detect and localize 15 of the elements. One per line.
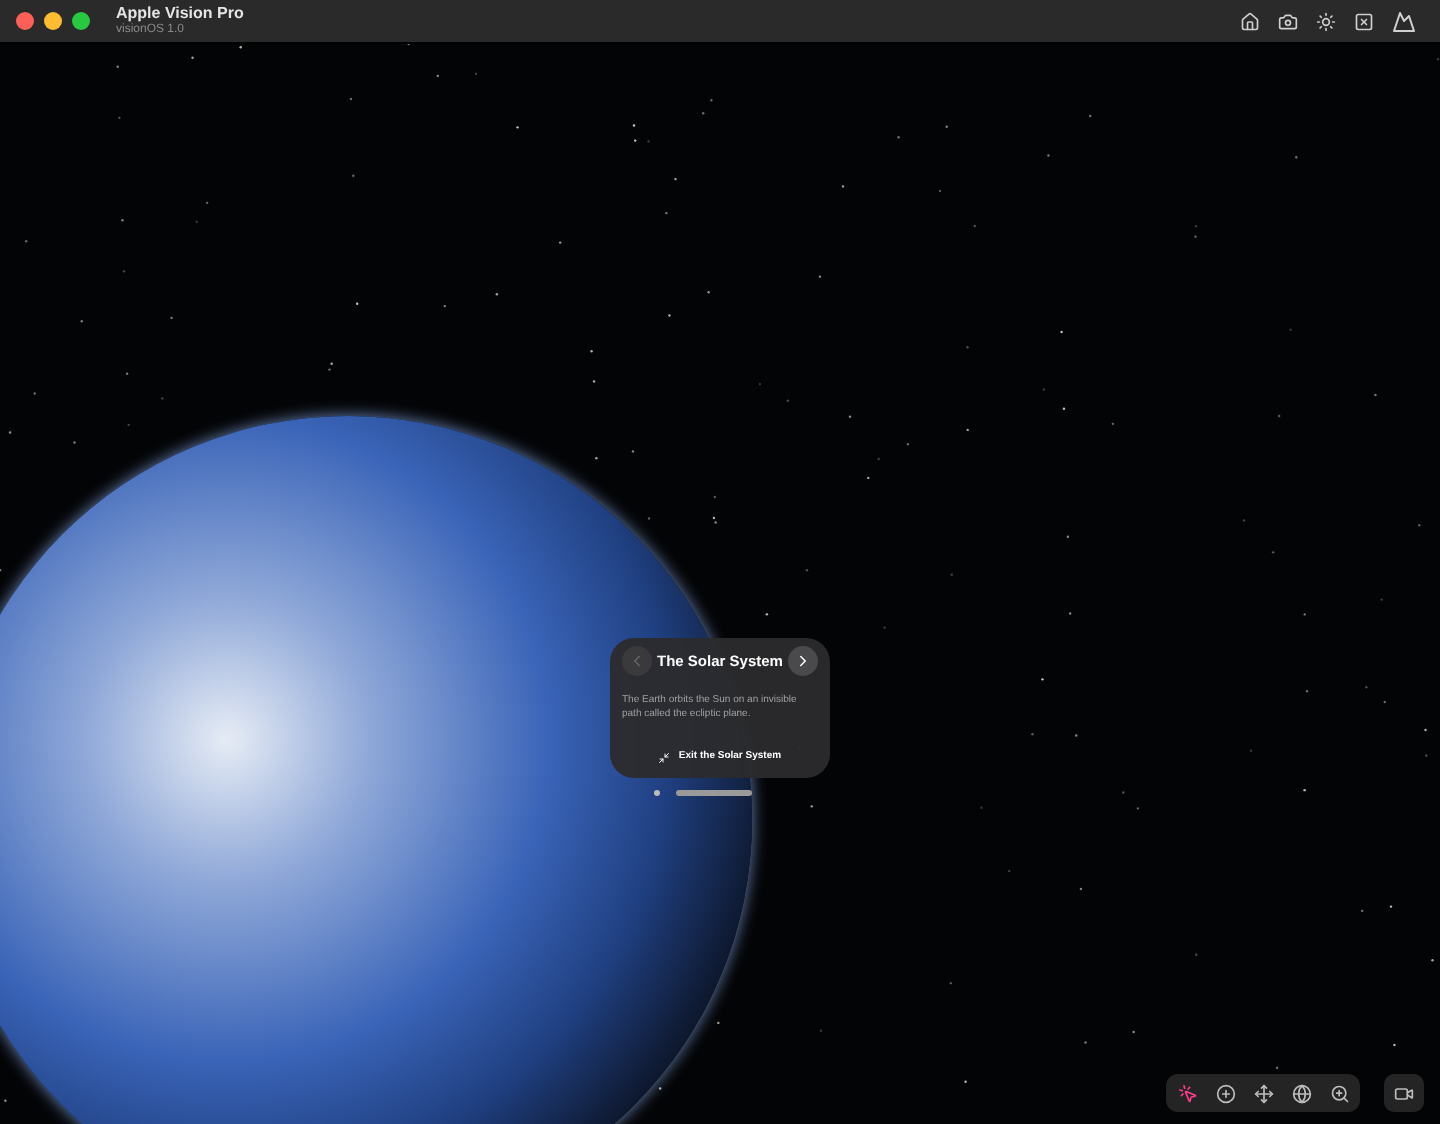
home-icon[interactable] [1240,11,1260,31]
camera-icon[interactable] [1278,11,1298,31]
collapse-icon [658,751,671,764]
video-camera-icon [1394,1083,1414,1103]
sun-icon[interactable] [1316,11,1336,31]
minimize-button[interactable] [44,12,62,30]
chevron-left-icon [628,652,646,670]
window-grabber[interactable] [676,789,752,795]
zoom-button[interactable] [72,12,90,30]
record-video-button[interactable] [1384,1074,1424,1112]
close-button[interactable] [16,12,34,30]
next-button[interactable] [787,646,818,676]
mountain-icon[interactable] [1392,9,1416,33]
window-title: Apple Vision Pro [116,3,244,21]
square-icon[interactable] [1354,11,1374,31]
